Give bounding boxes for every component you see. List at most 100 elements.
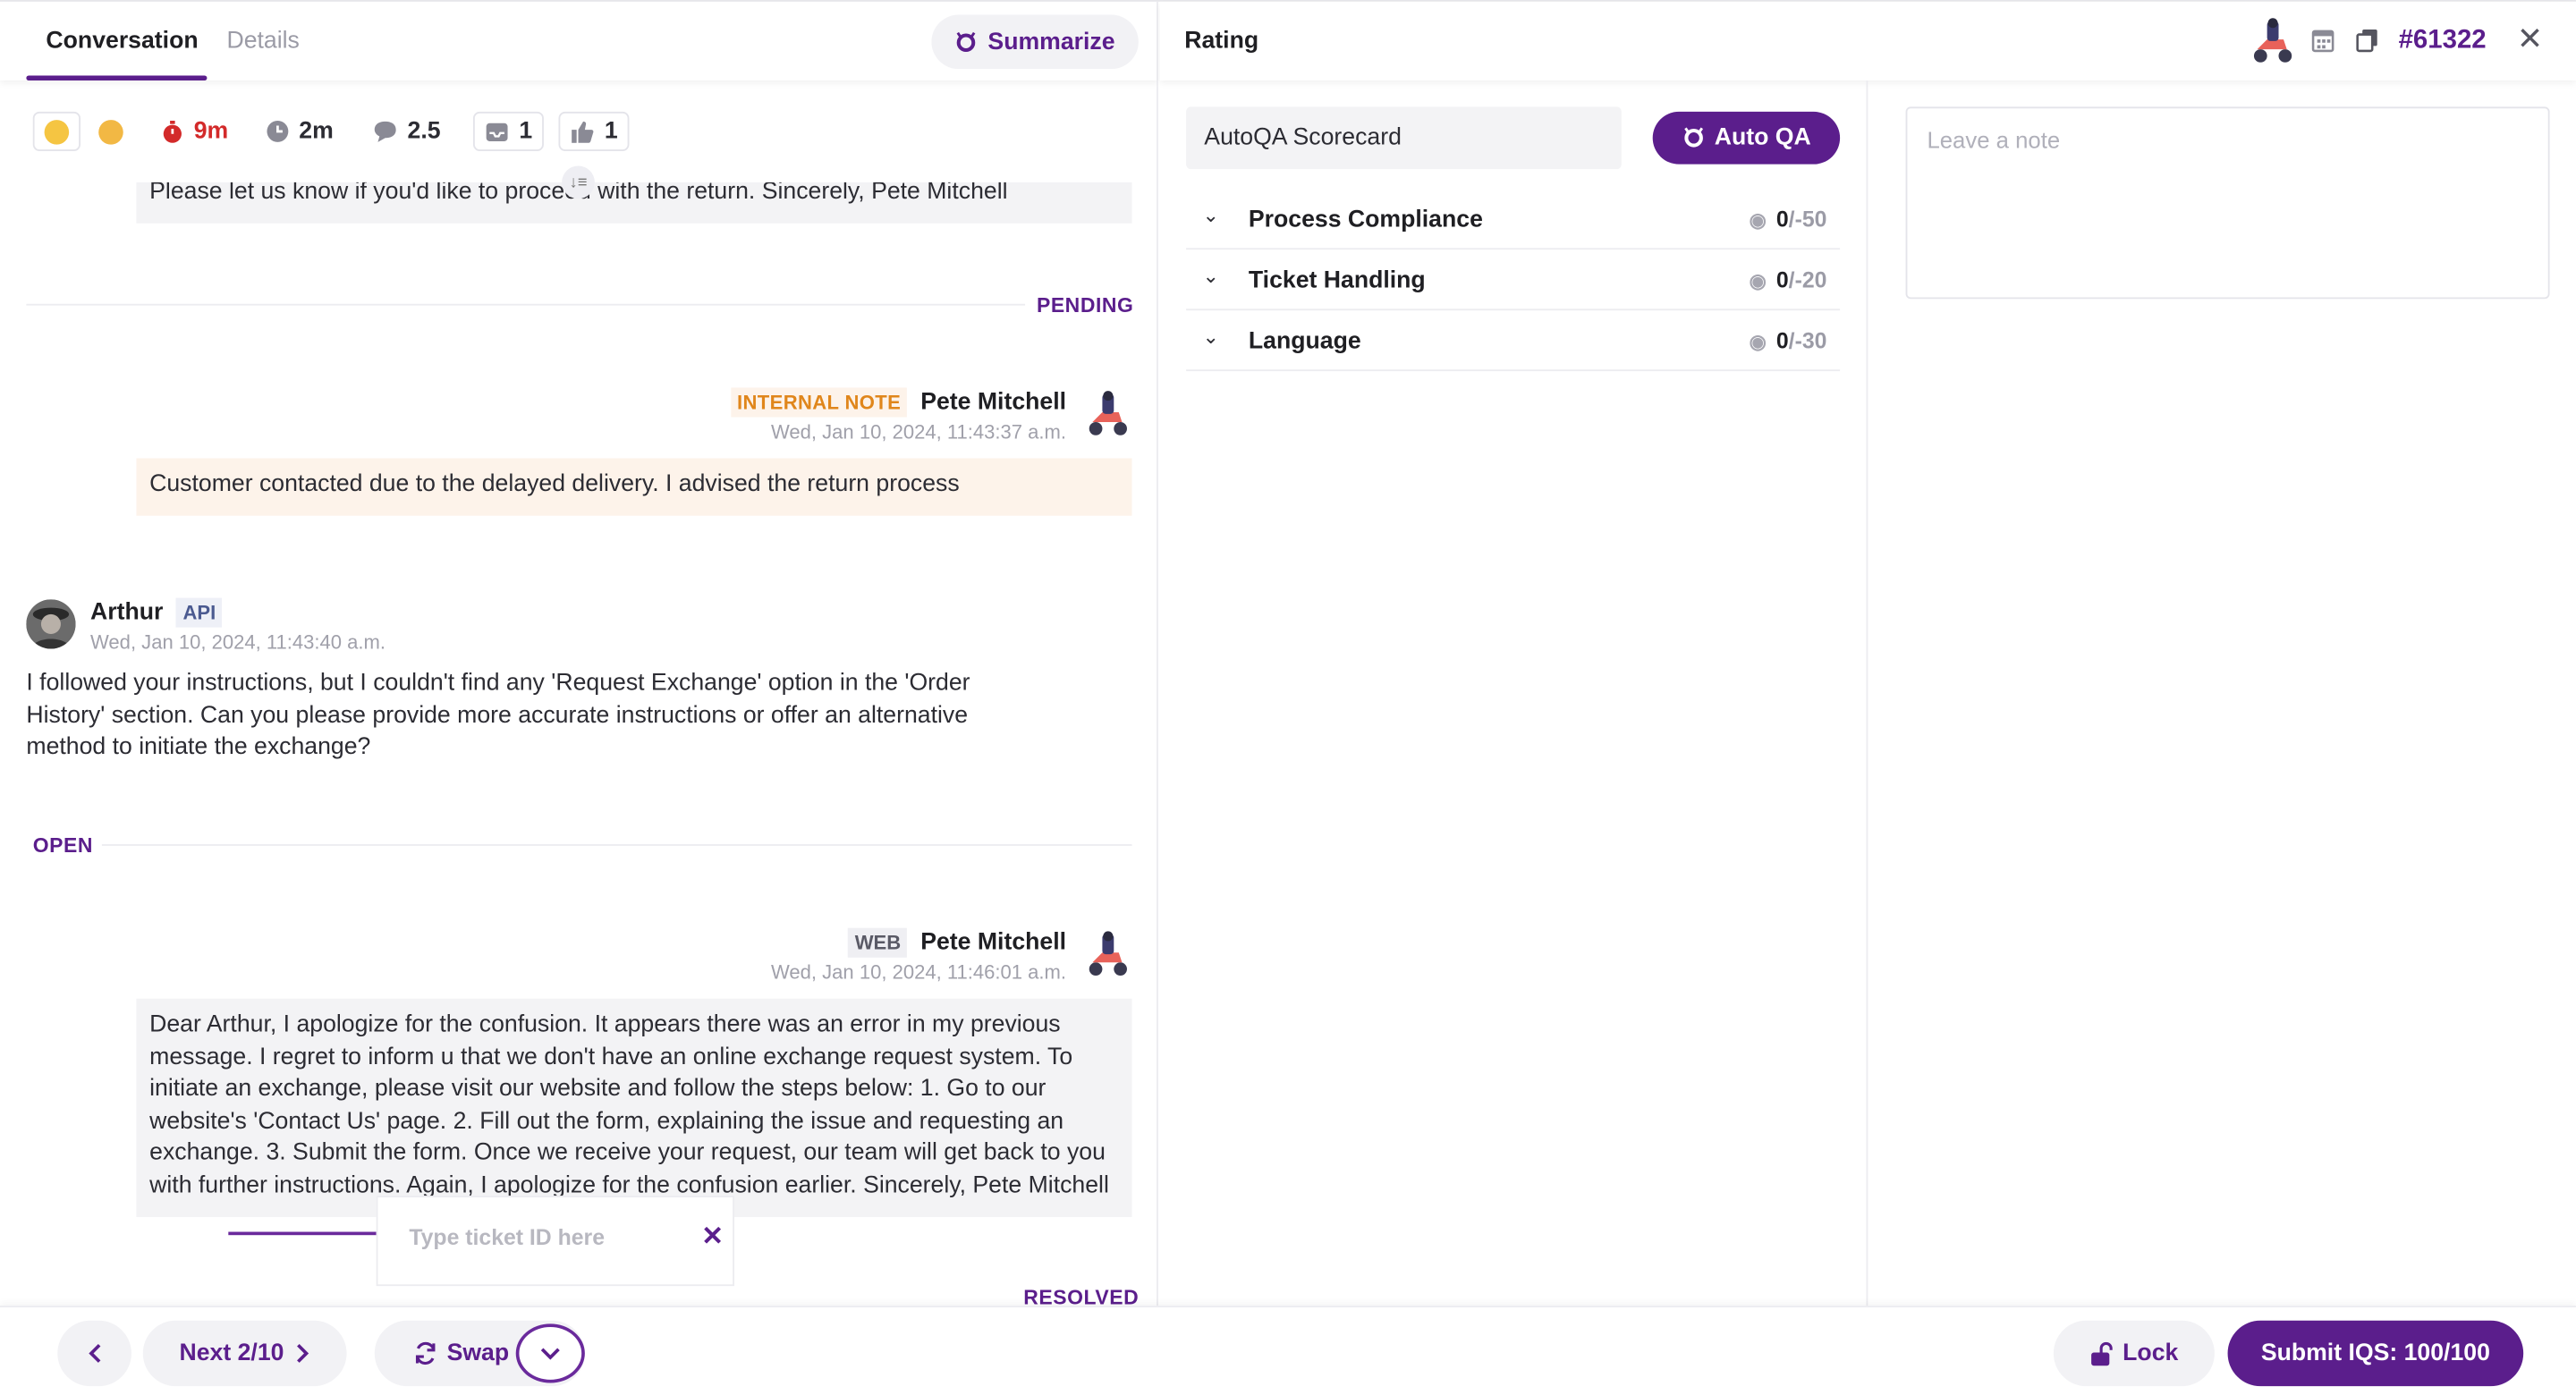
message-header: WEB Pete Mitchell [848,927,1067,958]
conversation-tabs: Conversation Details Summarize [0,1,1157,80]
inbox-value: 1 [519,118,533,145]
lock-icon [2091,1341,2113,1365]
footer-toolbar: Next 2/10 Swap Lock Submit IQS: 100/100 [0,1306,2576,1395]
category-score: ◉ 0/-30 [1750,328,1827,353]
message-text: Dear Arthur, I apologize for the confusi… [149,1011,1109,1199]
chevron-down-icon [540,1348,560,1360]
author-name: Pete Mitchell [920,929,1067,956]
ai-spark-icon: ◉ [1749,268,1767,292]
message-header: INTERNAL NOTE Pete Mitchell [730,387,1067,418]
previous-button[interactable] [57,1320,131,1387]
internal-note-badge: INTERNAL NOTE [730,387,908,418]
scorecard-category[interactable]: ⌄ Process Compliance ◉ 0/-50 [1186,190,1841,250]
chat-bubble-icon [374,121,396,142]
sentiment-emoji[interactable] [32,111,80,151]
scorecard-category[interactable]: ⌄ Ticket Handling ◉ 0/-20 [1186,251,1841,311]
column-divider [1866,80,1868,1306]
swap-icon [415,1341,436,1365]
next-button[interactable]: Next 2/10 [142,1320,347,1387]
chevron-down-icon[interactable]: ⌄ [1202,265,1218,288]
calendar-icon[interactable] [2311,28,2334,53]
message-timestamp: Wed, Jan 10, 2024, 11:43:37 a.m. [770,420,1067,444]
scorecard-category[interactable]: ⌄ Language ◉ 0/-30 [1186,312,1841,372]
handle-time-value: 9m [193,118,229,145]
reaction-emoji[interactable] [98,112,123,151]
category-name: Process Compliance [1248,207,1483,233]
likes-metric[interactable]: 1 [558,111,630,151]
auto-qa-button[interactable]: Auto QA [1652,111,1841,165]
category-name: Language [1248,328,1361,355]
chevron-down-icon[interactable]: ⌄ [1202,326,1218,349]
score-value: 0 [1775,267,1789,292]
ticket-id-input[interactable]: Type ticket ID here [409,1225,605,1250]
status-badge-resolved: RESOLVED [1023,1286,1140,1306]
note-textarea[interactable]: Leave a note [1905,106,2550,300]
party-emoji-icon [98,119,123,144]
author-name: Arthur [90,599,164,626]
score-max: /-50 [1788,207,1827,232]
tab-details[interactable]: Details [226,28,299,54]
thumbs-up-icon [572,120,594,142]
inbox-metric[interactable]: 1 [472,111,545,151]
score-value: 0 [1775,207,1789,232]
ticket-number[interactable]: #61322 [2399,26,2487,55]
swap-label: Swap [446,1340,510,1367]
chevron-down-icon[interactable]: ⌄ [1202,204,1218,227]
avatar [26,599,76,649]
customer-avatar-image [26,599,76,649]
message-header: Arthur API [90,597,223,628]
scooter-avatar-icon [1089,931,1127,976]
tab-conversation[interactable]: Conversation [46,28,198,54]
score-value: 0 [1775,328,1789,353]
status-badge-pending: PENDING [1036,293,1134,317]
submit-button[interactable]: Submit IQS: 100/100 [2227,1320,2524,1387]
scroll-to-latest-icon[interactable]: ↓≡ [562,165,595,199]
summarize-label: Summarize [987,29,1115,55]
scooter-avatar-icon[interactable] [2248,16,2297,65]
messages-metric: 2.5 [373,112,441,151]
lock-label: Lock [2123,1340,2179,1367]
clock-icon [267,120,289,142]
swap-options-dropdown[interactable] [515,1323,585,1383]
status-divider [101,844,1132,846]
chevron-left-icon [88,1343,100,1363]
smile-emoji-icon [44,119,70,144]
ticket-id-popup: Type ticket ID here ✕ [376,1196,735,1287]
message-text: Customer contacted due to the delayed de… [149,471,960,498]
api-badge: API [176,597,223,628]
customer-message-text: I followed your instructions, but I coul… [26,670,970,761]
panel-title: Rating [1184,28,1259,55]
close-icon[interactable]: ✕ [2517,21,2543,59]
handle-time-metric: 9m [161,112,228,151]
scorecard-select[interactable]: AutoQA Scorecard [1186,106,1622,170]
close-icon[interactable]: ✕ [701,1221,724,1254]
likes-value: 1 [604,118,618,145]
status-badge-open: OPEN [32,834,94,858]
active-tab-indicator [26,75,208,80]
status-divider [26,303,1026,306]
category-score: ◉ 0/-20 [1750,267,1827,292]
ai-spark-icon [1683,127,1703,148]
ai-spark-icon: ◉ [1749,329,1767,352]
message-timestamp: Wed, Jan 10, 2024, 11:43:40 a.m. [90,630,386,655]
category-score: ◉ 0/-50 [1750,207,1827,232]
score-max: /-30 [1788,328,1827,353]
author-name: Pete Mitchell [920,389,1067,416]
auto-qa-label: Auto QA [1714,124,1811,151]
ai-spark-icon: ◉ [1749,207,1767,232]
copy-icon[interactable] [2356,28,2379,53]
score-max: /-20 [1788,267,1827,292]
messages-value: 2.5 [407,118,441,145]
inbox-icon [486,122,508,141]
ai-spark-icon [957,31,976,52]
stopwatch-icon [163,120,182,142]
chevron-right-icon [296,1343,309,1363]
message-bubble: Dear Arthur, I apologize for the confusi… [136,998,1132,1217]
internal-note-bubble: Customer contacted due to the delayed de… [136,458,1132,516]
web-badge: WEB [848,927,908,958]
message-timestamp: Wed, Jan 10, 2024, 11:46:01 a.m. [770,960,1067,985]
category-name: Ticket Handling [1248,267,1426,294]
rating-header: Rating #61322 ✕ [1159,1,2576,80]
lock-button[interactable]: Lock [2053,1320,2215,1387]
summarize-button[interactable]: Summarize [931,14,1139,70]
